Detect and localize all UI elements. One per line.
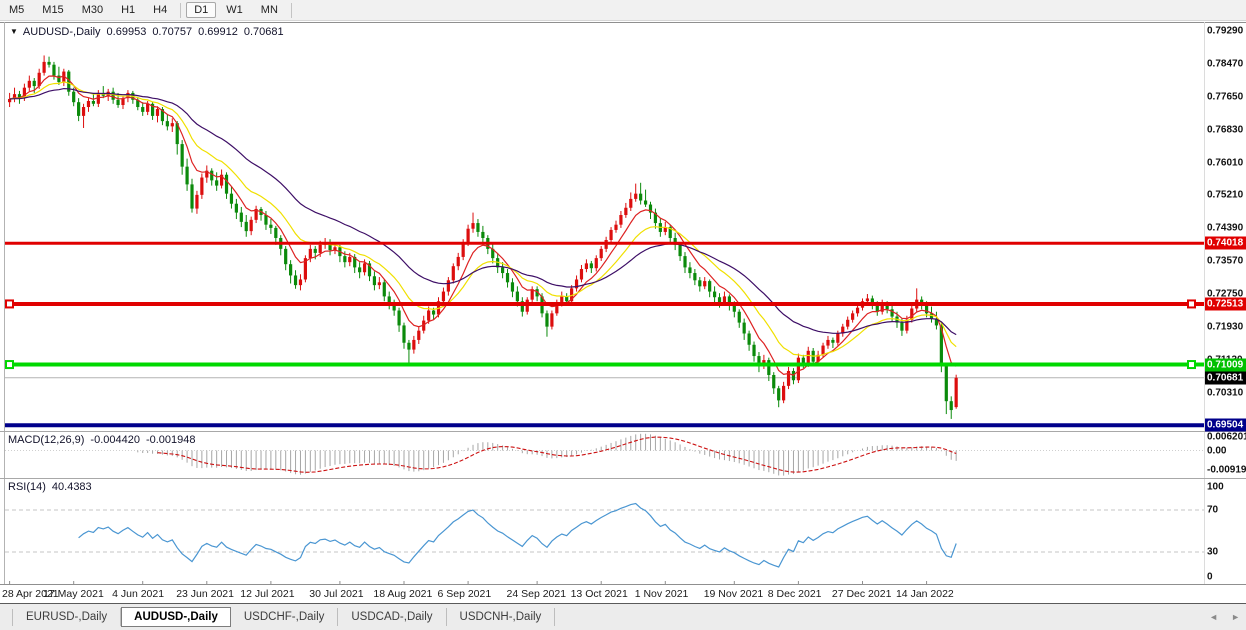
ohlc-close: 0.70681	[244, 26, 284, 38]
timeframe-h4[interactable]: H4	[145, 2, 175, 18]
price-tick: 0.77650	[1205, 91, 1246, 102]
timeframe-m15[interactable]: M15	[34, 2, 71, 18]
price-tick: 0.74390	[1205, 223, 1246, 234]
rsi-indicator-label: RSI(14) 40.4383	[8, 481, 92, 493]
mt4-window: M5M15M30H1H4 D1W1MN ▼ AUDUSD-,Daily 0.69953…	[0, 0, 1246, 630]
rsi-scale: 30	[1205, 547, 1246, 558]
rsi-value: 40.4383	[52, 481, 92, 493]
macd-indicator-label: MACD(12,26,9) -0.004420 -0.001948	[8, 434, 196, 446]
macd-name: MACD(12,26,9)	[8, 434, 84, 446]
price-tick: 0.76010	[1205, 158, 1246, 169]
date-label: 14 Jan 2022	[896, 588, 954, 600]
chevron-down-icon: ▼	[10, 27, 18, 36]
chart-symbol-header[interactable]: ▼ AUDUSD-,Daily 0.69953 0.70757 0.69912 0.706…	[10, 26, 284, 38]
date-label: 18 Aug 2021	[373, 588, 432, 600]
tab-scroll-arrows: ◄►	[1209, 612, 1240, 622]
macd-scale-zero: 0.00	[1205, 445, 1246, 456]
symbol-name: AUDUSD-,Daily	[23, 26, 101, 38]
date-label: 30 Jul 2021	[309, 588, 363, 600]
date-label: 13 Oct 2021	[571, 588, 628, 600]
timeframe-m5[interactable]: M5	[1, 2, 32, 18]
toolbar-separator	[291, 3, 292, 18]
tab-usdchf[interactable]: USDCHF-,Daily	[231, 608, 339, 626]
timeframe-mn[interactable]: MN	[253, 2, 286, 18]
ohlc-open: 0.69953	[107, 26, 147, 38]
price-badge: 0.74018	[1205, 237, 1246, 250]
price-tick: 0.71930	[1205, 322, 1246, 333]
hline-handle	[6, 300, 13, 307]
ma-slow	[10, 89, 957, 335]
symbol-tabbar: EURUSD-,DailyAUDUSD-,DailyUSDCHF-,DailyU…	[0, 603, 1246, 630]
date-label: 17 May 2021	[43, 588, 104, 600]
tabbar-stub	[0, 609, 13, 626]
macd-scale-min: -0.009197	[1205, 464, 1246, 475]
macd-signal-value: -0.001948	[146, 434, 196, 446]
date-label: 27 Dec 2021	[832, 588, 892, 600]
date-label: 19 Nov 2021	[704, 588, 764, 600]
rsi-scale: 0	[1205, 572, 1246, 583]
hline-handle	[6, 361, 13, 368]
timeframe-toolbar: M5M15M30H1H4 D1W1MN	[0, 0, 1246, 21]
price-badge: 0.70681	[1205, 371, 1246, 384]
price-axis[interactable]: 0.79290 0.78470 0.77650 0.76830 0.76010 0.752…	[1205, 0, 1246, 604]
tab-eurusd[interactable]: EURUSD-,Daily	[13, 608, 121, 626]
timeframe-d1[interactable]: D1	[186, 2, 216, 18]
toolbar-separator	[180, 3, 181, 18]
ohlc-high: 0.70757	[152, 26, 192, 38]
date-label: 24 Sep 2021	[507, 588, 567, 600]
price-tick: 0.78470	[1205, 58, 1246, 69]
price-tick: 0.76830	[1205, 124, 1246, 135]
timeframe-w1[interactable]: W1	[218, 2, 251, 18]
macd-main-value: -0.004420	[90, 434, 140, 446]
ma-mid	[10, 82, 957, 356]
rsi-line	[79, 504, 957, 568]
price-tick: 0.79290	[1205, 25, 1246, 36]
price-badge: 0.71009	[1205, 358, 1246, 371]
macd-scale-max: 0.006201	[1205, 432, 1246, 443]
price-badge: 0.72513	[1205, 297, 1246, 310]
chart-canvas[interactable]	[0, 22, 1246, 585]
date-label: 23 Jun 2021	[176, 588, 234, 600]
hline-handle	[1188, 300, 1195, 307]
tab-usdcad[interactable]: USDCAD-,Daily	[338, 608, 446, 626]
price-tick: 0.70310	[1205, 387, 1246, 398]
date-label: 4 Jun 2021	[112, 588, 164, 600]
date-label: 6 Sep 2021	[437, 588, 491, 600]
timeframe-h1[interactable]: H1	[113, 2, 143, 18]
rsi-scale: 70	[1205, 505, 1246, 516]
tab-scroll-right-icon[interactable]: ►	[1231, 612, 1240, 622]
date-axis[interactable]: 28 Apr 202117 May 20214 Jun 202123 Jun 2…	[0, 586, 1205, 603]
price-tick: 0.75210	[1205, 190, 1246, 201]
rsi-name: RSI(14)	[8, 481, 46, 493]
timeframe-m30[interactable]: M30	[74, 2, 111, 18]
date-label: 8 Dec 2021	[768, 588, 822, 600]
tab-usdcnh[interactable]: USDCNH-,Daily	[447, 608, 556, 626]
tab-scroll-left-icon[interactable]: ◄	[1209, 612, 1218, 622]
date-label: 1 Nov 2021	[635, 588, 689, 600]
price-tick: 0.73570	[1205, 256, 1246, 267]
rsi-scale: 100	[1205, 482, 1246, 493]
tab-audusd[interactable]: AUDUSD-,Daily	[121, 607, 231, 627]
price-badge: 0.69504	[1205, 419, 1246, 432]
date-label: 12 Jul 2021	[240, 588, 294, 600]
hline-handle	[1188, 361, 1195, 368]
ohlc-low: 0.69912	[198, 26, 238, 38]
